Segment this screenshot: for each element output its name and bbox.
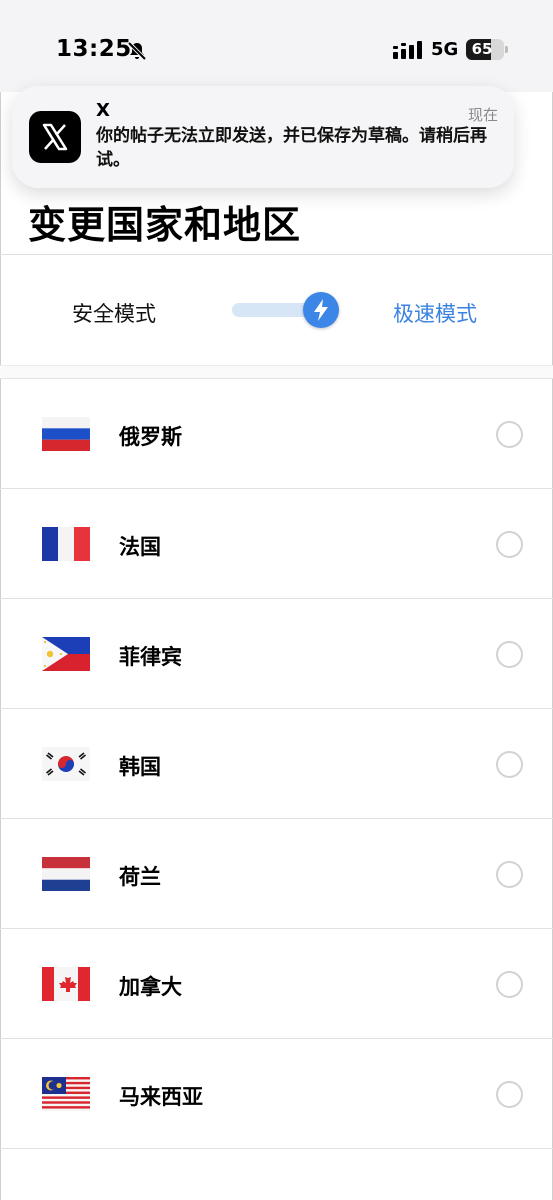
battery-icon: 65 xyxy=(466,39,504,60)
france-flag-icon xyxy=(42,527,90,561)
country-name: 韩国 xyxy=(119,755,161,779)
country-name: 俄罗斯 xyxy=(119,425,182,449)
russia-flag-icon xyxy=(42,417,90,451)
canada-flag-icon xyxy=(42,967,90,1001)
country-radio[interactable] xyxy=(496,641,523,668)
south-korea-flag-icon xyxy=(42,747,90,781)
country-row-canada[interactable]: 加拿大 xyxy=(0,929,553,1039)
status-time: 13:25 xyxy=(56,36,132,62)
country-name: 加拿大 xyxy=(119,975,182,999)
country-radio[interactable] xyxy=(496,861,523,888)
country-radio[interactable] xyxy=(496,531,523,558)
netherlands-flag-icon xyxy=(42,857,90,891)
page-title: 变更国家和地区 xyxy=(28,203,302,247)
network-type: 5G xyxy=(431,39,459,60)
country-row-philippines[interactable]: 菲律宾 xyxy=(0,599,553,709)
fast-mode-label[interactable]: 极速模式 xyxy=(393,298,477,328)
lightning-icon xyxy=(314,299,328,321)
notification-time: 现在 xyxy=(467,106,498,124)
status-bar: 13:25 5G 65 xyxy=(0,0,553,92)
country-list: 俄罗斯 法国 菲律宾 韩国 荷兰 加拿大 马来西亚 xyxy=(0,379,553,1149)
notification-banner[interactable]: X 你的帖子无法立即发送，并已保存为草稿。请稍后再试。 现在 xyxy=(12,86,514,188)
notification-app-name: X xyxy=(96,100,110,121)
battery-level: 65 xyxy=(471,40,493,58)
country-name: 荷兰 xyxy=(119,865,161,889)
country-radio[interactable] xyxy=(496,1081,523,1108)
country-row-france[interactable]: 法国 xyxy=(0,489,553,599)
safe-mode-label[interactable]: 安全模式 xyxy=(72,298,156,328)
country-name: 法国 xyxy=(119,535,161,559)
bell-slash-icon xyxy=(127,41,147,61)
x-logo-icon xyxy=(29,111,81,163)
country-radio[interactable] xyxy=(496,971,523,998)
battery-tip xyxy=(505,46,508,53)
country-row-russia[interactable]: 俄罗斯 xyxy=(0,379,553,489)
country-row-malaysia[interactable]: 马来西亚 xyxy=(0,1039,553,1149)
signal-icon xyxy=(393,41,422,59)
philippines-flag-icon xyxy=(42,637,90,671)
malaysia-flag-icon xyxy=(42,1077,90,1111)
country-radio[interactable] xyxy=(496,751,523,778)
section-divider xyxy=(0,365,553,379)
notification-message: 你的帖子无法立即发送，并已保存为草稿。请稍后再试。 xyxy=(96,126,487,170)
mode-switch-row: 安全模式 极速模式 xyxy=(0,255,553,365)
mode-toggle-knob[interactable] xyxy=(303,292,339,328)
country-name: 马来西亚 xyxy=(119,1085,203,1109)
country-row-netherlands[interactable]: 荷兰 xyxy=(0,819,553,929)
country-row-south-korea[interactable]: 韩国 xyxy=(0,709,553,819)
country-radio[interactable] xyxy=(496,421,523,448)
country-name: 菲律宾 xyxy=(119,645,182,669)
